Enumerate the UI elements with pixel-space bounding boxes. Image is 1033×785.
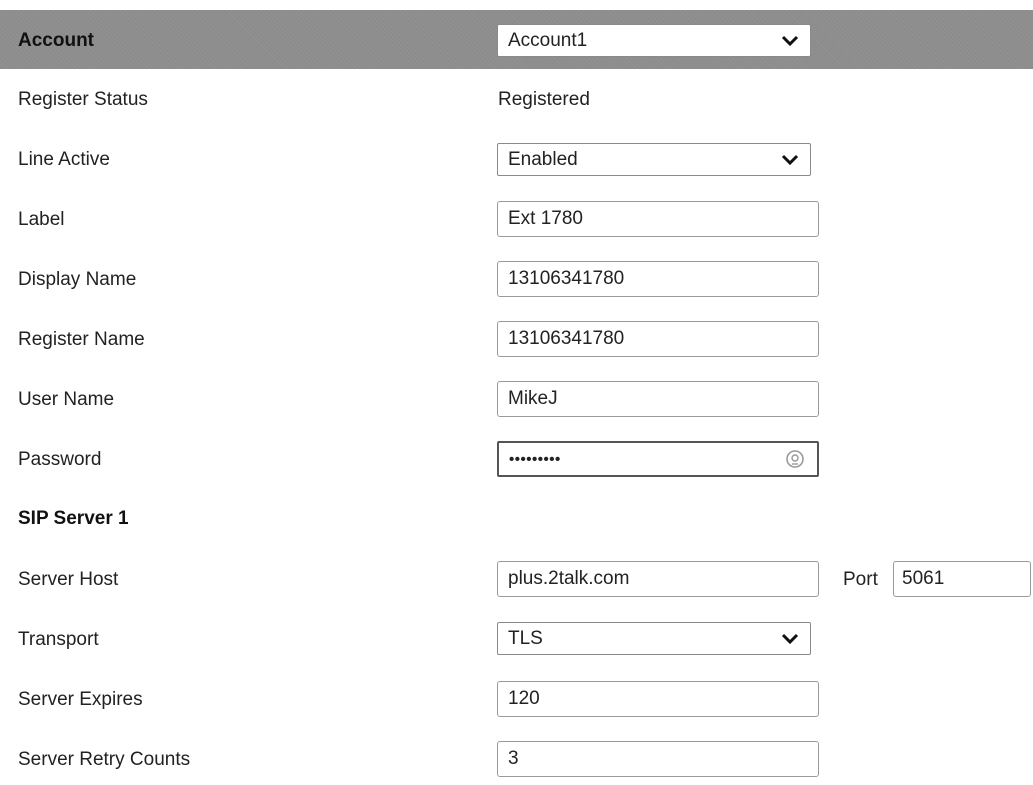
register-status-label: Register Status — [18, 89, 148, 110]
line-active-select-value: Enabled — [508, 148, 578, 170]
user-name-input[interactable]: MikeJ — [497, 381, 819, 417]
chevron-down-icon — [781, 154, 799, 165]
register-name-input-value: 13106341780 — [508, 328, 625, 349]
line-active-label: Line Active — [18, 149, 110, 170]
password-label: Password — [18, 449, 102, 470]
port-input[interactable]: 5061 — [893, 561, 1031, 597]
server-retry-counts-label: Server Retry Counts — [18, 749, 191, 770]
account-select-value: Account1 — [508, 29, 588, 51]
port-input-value: 5061 — [902, 568, 945, 589]
label-input-value: Ext 1780 — [508, 208, 583, 229]
server-retry-counts-input[interactable]: 3 — [497, 741, 819, 777]
server-expires-label: Server Expires — [18, 689, 143, 710]
server-host-input[interactable]: plus.2talk.com — [497, 561, 819, 597]
register-status-value: Registered — [498, 89, 590, 110]
server-host-input-value: plus.2talk.com — [508, 568, 630, 589]
user-name-input-value: MikeJ — [508, 388, 558, 409]
display-name-input-value: 13106341780 — [508, 268, 625, 289]
port-label: Port — [843, 569, 878, 590]
account-select[interactable]: Account1 — [497, 24, 811, 57]
label-field-label: Label — [18, 209, 65, 230]
transport-select[interactable]: TLS — [497, 622, 811, 655]
register-name-input[interactable]: 13106341780 — [497, 321, 819, 357]
password-input[interactable]: ••••••••• — [497, 441, 819, 477]
line-active-select[interactable]: Enabled — [497, 143, 811, 176]
password-reveal-icon[interactable] — [785, 449, 805, 469]
server-retry-counts-input-value: 3 — [508, 748, 519, 769]
account-label: Account — [18, 30, 94, 51]
display-name-label: Display Name — [18, 269, 137, 290]
password-input-value: ••••••••• — [509, 450, 561, 468]
chevron-down-icon — [781, 35, 799, 46]
display-name-input[interactable]: 13106341780 — [497, 261, 819, 297]
label-input[interactable]: Ext 1780 — [497, 201, 819, 237]
register-name-label: Register Name — [18, 329, 145, 350]
chevron-down-icon — [781, 633, 799, 644]
transport-label: Transport — [18, 629, 99, 650]
user-name-label: User Name — [18, 389, 115, 410]
server-expires-input-value: 120 — [508, 688, 540, 709]
sip-server-1-heading: SIP Server 1 — [18, 508, 129, 529]
server-expires-input[interactable]: 120 — [497, 681, 819, 717]
transport-select-value: TLS — [508, 627, 543, 649]
server-host-label: Server Host — [18, 569, 119, 590]
